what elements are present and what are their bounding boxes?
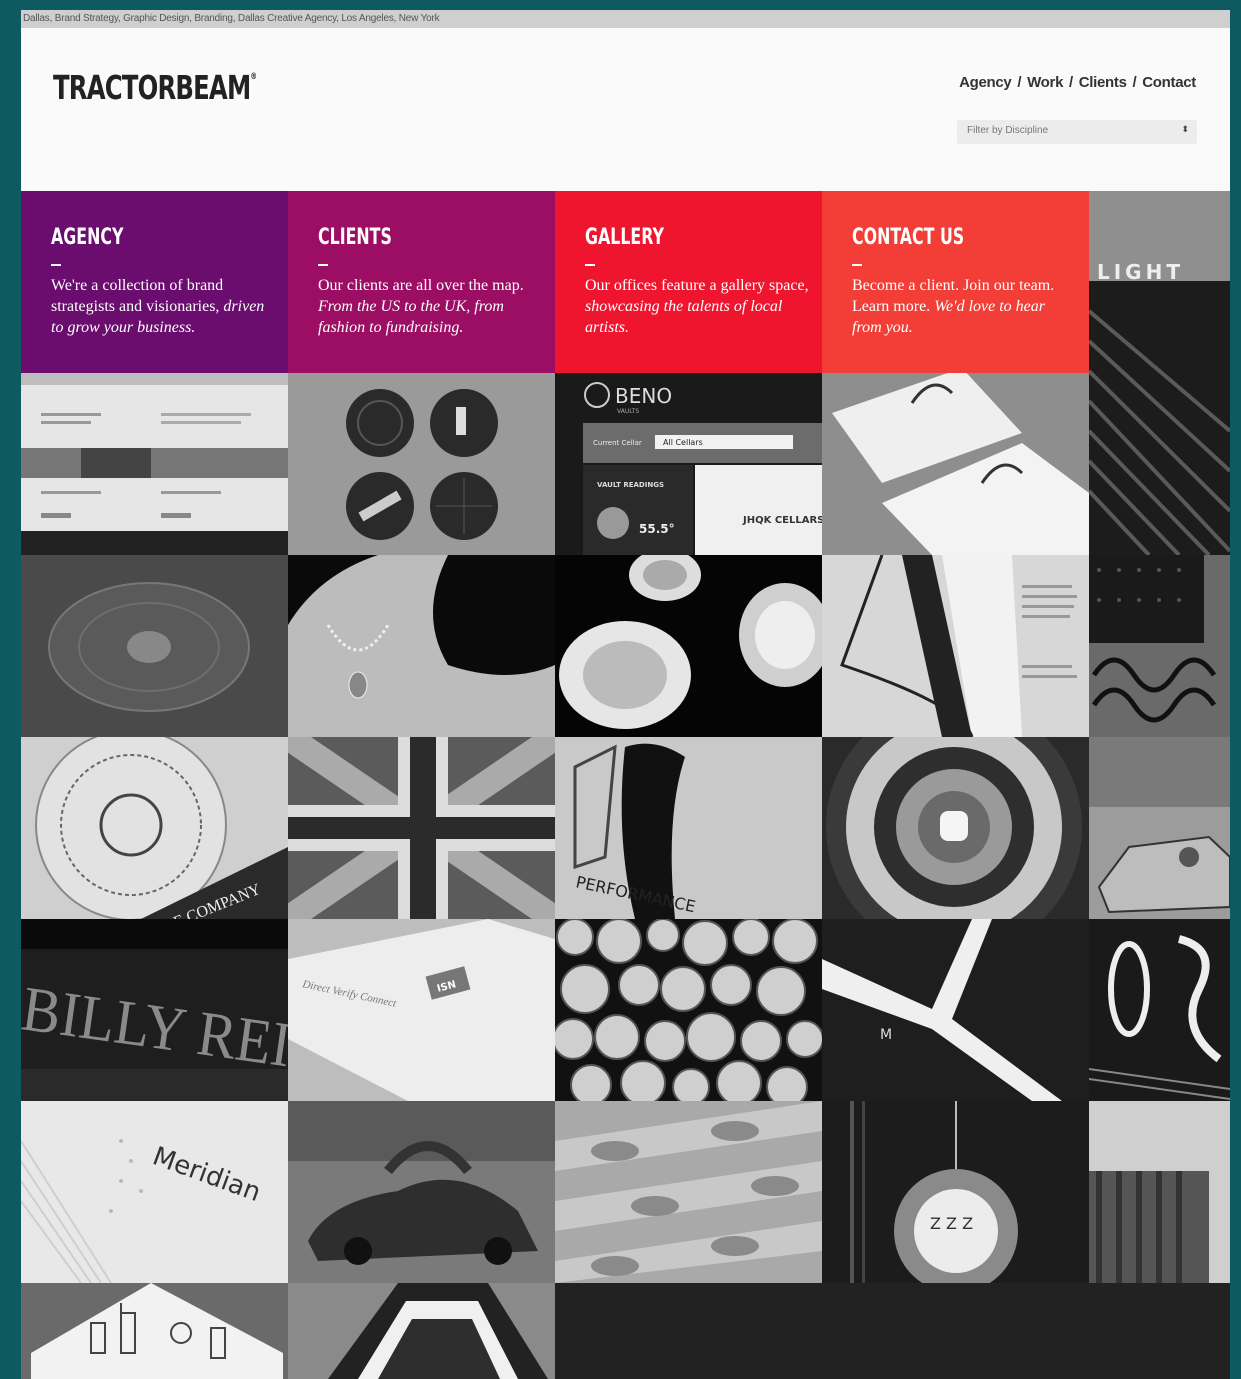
- portfolio-book-spread[interactable]: [822, 555, 1089, 737]
- portfolio-necklace[interactable]: [288, 555, 555, 737]
- car-drawing-image: [1089, 737, 1230, 919]
- portfolio-badge[interactable]: [288, 1283, 555, 1379]
- contact-tile[interactable]: CONTACT US Become a client. Join our tea…: [822, 191, 1089, 373]
- ornate-typography-image: [1089, 919, 1230, 1101]
- beno-app-image: BENO VAULTS Current Cellar All Cellars V…: [555, 373, 822, 555]
- logo[interactable]: TRACTORBEAM®: [53, 68, 257, 107]
- badge-image: [288, 1283, 555, 1379]
- portfolio-abstract-white[interactable]: M: [822, 919, 1089, 1101]
- clients-title: CLIENTS: [318, 225, 392, 250]
- fundraising-seal-image: E COMPANY: [21, 737, 288, 919]
- necklace-image: [288, 555, 555, 737]
- outlet-target-image: [822, 737, 1089, 919]
- discipline-filter-select[interactable]: Filter by Discipline ⬍: [957, 120, 1197, 144]
- divider: [852, 264, 862, 266]
- foil-labels-image: [555, 1101, 822, 1283]
- agency-title: AGENCY: [51, 225, 124, 250]
- page: Dallas, Brand Strategy, Graphic Design, …: [21, 10, 1230, 1379]
- svg-text:M: M: [880, 1027, 892, 1043]
- abstract-shapes-image: M: [822, 919, 1089, 1101]
- gallery-text: Our offices feature a gallery space, sho…: [585, 277, 809, 336]
- agency-tile[interactable]: AGENCY We're a collection of brand strat…: [21, 191, 288, 373]
- clients-tile[interactable]: CLIENTS Our clients are all over the map…: [288, 191, 555, 373]
- portfolio-billy-reid[interactable]: BILLY REID: [21, 919, 288, 1101]
- portfolio-ornate-type[interactable]: [1089, 919, 1230, 1101]
- isn-card-image: Direct Verify Connect ISN: [288, 919, 555, 1101]
- main-nav: Agency / Work / Clients / Contact: [959, 74, 1196, 91]
- union-jack-image: [288, 737, 555, 919]
- portfolio-sculpture-car[interactable]: [288, 1101, 555, 1283]
- contact-text: Become a client. Join our team. Learn mo…: [852, 277, 1055, 336]
- portfolio-union-jack[interactable]: [288, 737, 555, 919]
- portfolio-logs[interactable]: [555, 919, 822, 1101]
- svg-text:Z Z Z: Z Z Z: [930, 1214, 973, 1233]
- nav-contact[interactable]: Contact: [1142, 74, 1196, 91]
- portfolio-beno-vaults[interactable]: BENO VAULTS Current Cellar All Cellars V…: [555, 373, 822, 555]
- portfolio-embossed-seal[interactable]: [21, 555, 288, 737]
- keywords-text: Dallas, Brand Strategy, Graphic Design, …: [23, 13, 440, 24]
- svg-text:Current Cellar: Current Cellar: [593, 439, 642, 447]
- gallery-tile[interactable]: GALLERY Our offices feature a gallery sp…: [555, 191, 822, 373]
- nav-clients[interactable]: Clients: [1079, 74, 1127, 91]
- portfolio-foil-labels[interactable]: [555, 1101, 822, 1283]
- billy-reid-sign-image: BILLY REID: [21, 919, 288, 1101]
- portfolio-performance[interactable]: PERFORMANCE: [555, 737, 822, 919]
- meridian-image: Meridian: [21, 1101, 288, 1283]
- svg-text:VAULT READINGS: VAULT READINGS: [597, 481, 664, 489]
- portfolio-house-illustration[interactable]: [21, 1283, 288, 1379]
- portfolio-meridian[interactable]: Meridian: [21, 1101, 288, 1283]
- registered-mark: ®: [250, 72, 257, 82]
- logs-image: [555, 919, 822, 1101]
- svg-text:VAULTS: VAULTS: [617, 408, 639, 415]
- divider: [318, 264, 328, 266]
- contact-title: CONTACT US: [852, 225, 965, 250]
- portfolio-light-image[interactable]: LIGHT: [1089, 191, 1230, 555]
- filter-label: Filter by Discipline: [967, 125, 1049, 136]
- jars-image: [555, 555, 822, 737]
- radiator-image: [1089, 1101, 1230, 1283]
- portfolio-jars[interactable]: [555, 555, 822, 737]
- svg-text:All Cellars: All Cellars: [663, 438, 703, 447]
- divider: [51, 264, 61, 266]
- agency-text: We're a collection of brand strategists …: [51, 277, 265, 336]
- select-arrows-icon: ⬍: [1181, 124, 1189, 134]
- portfolio-graffiti[interactable]: [1089, 555, 1230, 737]
- website-screenshot-image: [21, 373, 288, 555]
- keywords-bar: Dallas, Brand Strategy, Graphic Design, …: [21, 10, 1230, 28]
- portfolio-sleep-tag[interactable]: Z Z Z: [822, 1101, 1089, 1283]
- portfolio-outlet-target[interactable]: [822, 737, 1089, 919]
- seal-image: [21, 555, 288, 737]
- sculpture-car-image: [288, 1101, 555, 1283]
- light-photo: LIGHT: [1089, 191, 1230, 555]
- sleep-tag-image: Z Z Z: [822, 1101, 1089, 1283]
- portfolio-car-drawing[interactable]: [1089, 737, 1230, 919]
- nav-agency[interactable]: Agency: [959, 74, 1012, 91]
- house-illustration-image: [21, 1283, 288, 1379]
- portfolio-isn-card[interactable]: Direct Verify Connect ISN: [288, 919, 555, 1101]
- divider: [585, 264, 595, 266]
- svg-text:JHQK CELLARS: JHQK CELLARS: [742, 515, 822, 526]
- portfolio-web-screenshot[interactable]: [21, 373, 288, 555]
- portfolio-radiator[interactable]: [1089, 1101, 1230, 1283]
- portfolio-icons-circles[interactable]: [288, 373, 555, 555]
- circle-icons-image: [288, 373, 555, 555]
- portfolio-business-cards[interactable]: [822, 373, 1089, 555]
- portfolio-fundraising-seal[interactable]: E COMPANY: [21, 737, 288, 919]
- svg-text:55.5°: 55.5°: [639, 522, 675, 536]
- site-header: TRACTORBEAM® Agency / Work / Clients / C…: [21, 28, 1230, 191]
- svg-text:BENO: BENO: [615, 384, 672, 408]
- business-cards-image: [822, 373, 1089, 555]
- gallery-title: GALLERY: [585, 225, 664, 250]
- svg-text:LIGHT: LIGHT: [1097, 260, 1184, 284]
- empty-dark-area: [555, 1283, 1230, 1379]
- performance-image: PERFORMANCE: [555, 737, 822, 919]
- graffiti-image: [1089, 555, 1230, 737]
- nav-work[interactable]: Work: [1027, 74, 1063, 91]
- clients-text: Our clients are all over the map. From t…: [318, 277, 524, 336]
- portfolio-grid: AGENCY We're a collection of brand strat…: [21, 191, 1230, 1379]
- book-image: [822, 555, 1089, 737]
